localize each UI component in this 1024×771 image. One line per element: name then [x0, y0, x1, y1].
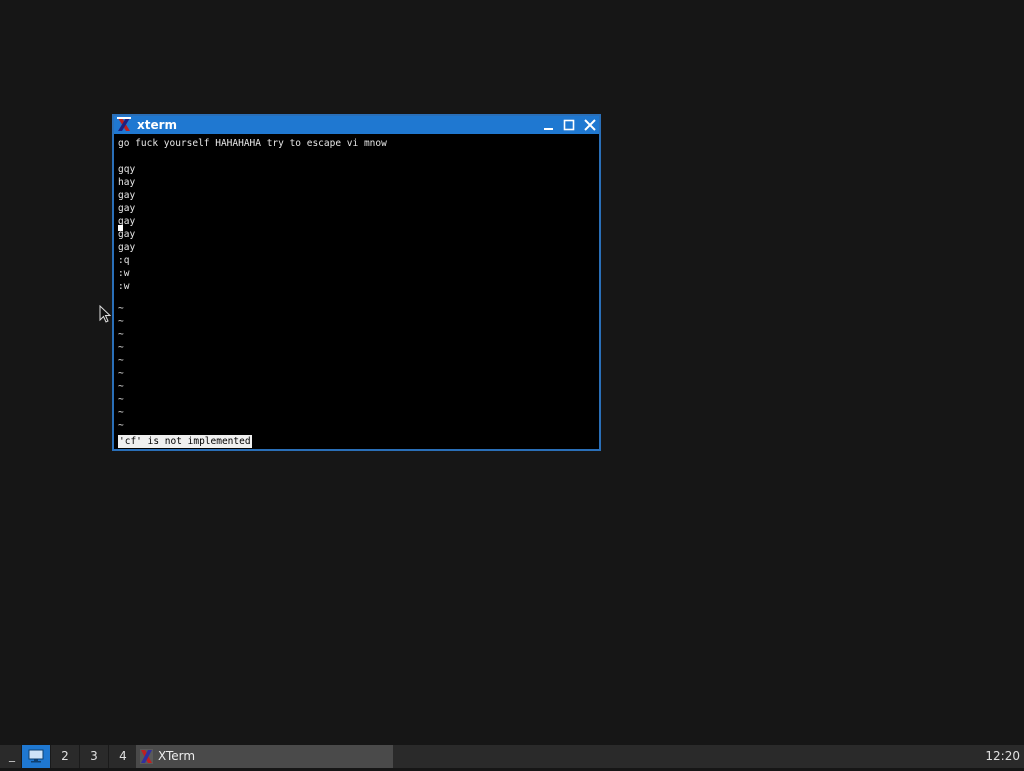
vi-tilde-line: ~	[118, 316, 124, 327]
show-desktop-button[interactable]: _	[4, 745, 20, 768]
task-label: XTerm	[158, 749, 196, 763]
mouse-pointer-icon	[99, 305, 111, 323]
workspace-4-button[interactable]: 4	[108, 745, 137, 768]
terminal-line: go fuck yourself HAHAHAHA try to escape …	[118, 138, 387, 149]
terminal-line: gay	[118, 242, 136, 253]
vi-tilde-line: ~	[118, 342, 124, 353]
xterm-x-icon	[117, 117, 131, 132]
vi-tilde-line: ~	[118, 303, 124, 314]
terminal-line: gay	[118, 203, 136, 214]
vi-tilde-line: ~	[118, 420, 124, 431]
terminal-line: gqy	[118, 164, 136, 175]
desktop-icon	[28, 749, 44, 763]
workspace-1-button[interactable]	[21, 745, 50, 768]
vi-tilde-line: ~	[118, 368, 124, 379]
terminal-area[interactable]: go fuck yourself HAHAHAHA try to escape …	[116, 135, 599, 449]
vi-tilde-line: ~	[118, 381, 124, 392]
vi-tilde-line: ~	[118, 329, 124, 340]
clock: 12:20	[985, 749, 1020, 763]
maximize-icon[interactable]	[560, 117, 578, 133]
xterm-window[interactable]: xterm go fuck yourself HAHAHAHA try to e…	[112, 114, 601, 451]
vi-tilde-line: ~	[118, 355, 124, 366]
xterm-x-icon	[140, 749, 153, 764]
vi-tilde-line: ~	[118, 394, 124, 405]
terminal-line: :w	[118, 268, 130, 279]
window-title: xterm	[137, 118, 178, 132]
terminal-line: :q	[118, 255, 130, 266]
terminal-line: hay	[118, 177, 136, 188]
taskbar-task-xterm[interactable]: XTerm	[136, 745, 393, 768]
terminal-line: gay	[118, 190, 136, 201]
close-icon[interactable]	[581, 117, 599, 133]
terminal-line: :w	[118, 281, 130, 292]
window-titlebar[interactable]: xterm	[114, 116, 599, 134]
workspace-2-button[interactable]: 2	[50, 745, 79, 768]
vi-tilde-line: ~	[118, 407, 124, 418]
taskbar: _ 2 3 4 XTerm 12:20	[0, 745, 1024, 768]
minimize-icon[interactable]	[540, 117, 558, 133]
workspace-3-button[interactable]: 3	[79, 745, 108, 768]
vi-status-message: 'cf' is not implemented	[118, 435, 252, 448]
text-cursor	[118, 225, 123, 231]
